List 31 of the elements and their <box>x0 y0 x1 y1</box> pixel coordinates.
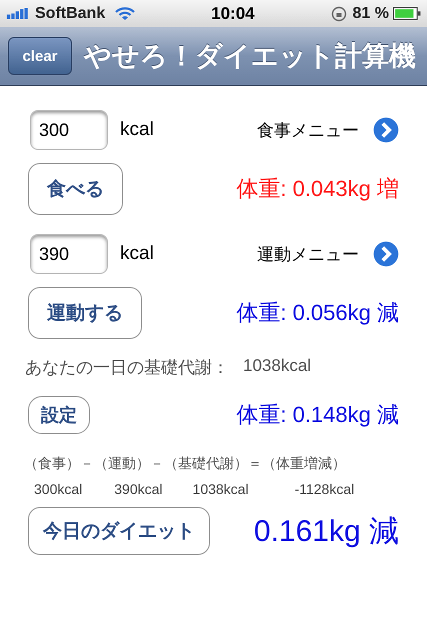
disclosure-icon[interactable] <box>371 239 401 269</box>
rotation-lock-icon <box>330 6 347 22</box>
bmr-label: あなたの一日の基礎代謝： <box>25 357 229 379</box>
unit-label: kcal <box>120 243 154 265</box>
input-field[interactable]: 300 <box>30 110 108 150</box>
bmr-value: 1038kcal <box>243 356 312 377</box>
action-button[interactable]: 運動する <box>28 287 142 339</box>
formula-value: 390kcal <box>114 481 163 497</box>
clear-button[interactable]: clear <box>8 37 72 75</box>
formula-value: 1038kcal <box>192 481 249 497</box>
formula-text: （食事）－（運動）－（基礎代謝）＝（体重増減） <box>24 455 347 473</box>
app-title: やせろ！ダイエット計算機 <box>84 40 416 73</box>
battery-percent: 81 % <box>352 4 389 22</box>
formula-value: 300kcal <box>34 481 82 497</box>
today-diet-button[interactable]: 今日のダイエット <box>28 507 210 555</box>
weight-result: 体重: 0.043kg 増 <box>236 175 399 203</box>
clock-time: 10:04 <box>211 4 255 24</box>
weight-result: 体重: 0.148kg 減 <box>236 401 399 429</box>
formula-value: -1128kcal <box>294 481 354 497</box>
menu-label: 食事メニュー <box>257 120 359 142</box>
input-field[interactable]: 390 <box>30 234 108 274</box>
menu-label: 運動メニュー <box>257 244 359 266</box>
total-result: 0.161kg 減 <box>254 514 399 550</box>
action-button[interactable]: 食べる <box>28 163 123 215</box>
battery-icon <box>393 7 421 20</box>
weight-result: 体重: 0.056kg 減 <box>236 299 399 327</box>
disclosure-icon[interactable] <box>371 115 401 145</box>
wifi-icon <box>115 6 136 20</box>
settings-button[interactable]: 設定 <box>28 396 90 434</box>
carrier-name: SoftBank <box>35 4 106 22</box>
unit-label: kcal <box>120 119 154 141</box>
